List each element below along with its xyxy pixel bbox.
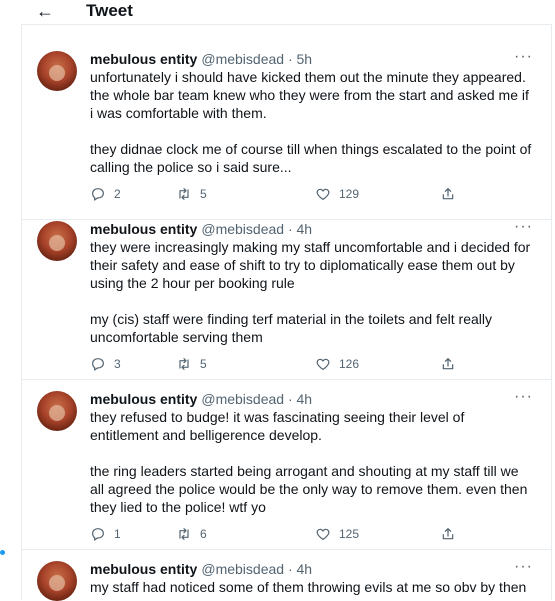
author-handle: @mebisdead · 4h <box>201 221 313 237</box>
tweet[interactable]: mebulous entity @mebisdead · 4h ··· they … <box>22 380 551 550</box>
reply-button[interactable]: 3 <box>90 354 121 374</box>
like-count: 126 <box>339 357 360 371</box>
tweet-header: mebulous entity @mebisdead · 4h <box>90 390 312 408</box>
tweet-text: unfortunately i should have kicked them … <box>90 68 535 176</box>
retweet-count: 5 <box>200 357 207 371</box>
author-name[interactable]: mebulous entity <box>90 221 197 237</box>
retweet-count: 5 <box>200 187 207 201</box>
share-button[interactable] <box>440 354 456 374</box>
like-button[interactable]: 125 <box>315 524 359 544</box>
author-handle: @mebisdead · 4h <box>201 561 313 577</box>
reply-count: 2 <box>114 187 121 201</box>
share-button[interactable] <box>440 524 456 544</box>
like-count: 125 <box>339 527 360 541</box>
reply-icon <box>92 528 104 541</box>
reply-icon <box>92 188 104 201</box>
heart-icon <box>316 528 330 540</box>
author-name[interactable]: mebulous entity <box>90 561 197 577</box>
author-name[interactable]: mebulous entity <box>90 391 197 407</box>
tweet-actions: 1 6 125 <box>90 524 510 544</box>
retweet-button[interactable]: 6 <box>176 524 207 544</box>
tweet-text: they refused to budge! it was fascinatin… <box>90 408 535 516</box>
reply-count: 3 <box>114 357 121 371</box>
avatar[interactable] <box>37 221 77 261</box>
tweet-text: they were increasingly making my staff u… <box>90 238 535 346</box>
like-button[interactable]: 129 <box>315 184 359 204</box>
share-button[interactable] <box>440 184 456 204</box>
avatar[interactable] <box>37 561 77 601</box>
tweet[interactable]: mebulous entity @mebisdead · 4h ··· they … <box>22 210 551 380</box>
retweet-button[interactable]: 5 <box>176 184 207 204</box>
author-name[interactable]: mebulous entity <box>90 51 197 67</box>
tweet-paragraph: they were increasingly making my staff u… <box>90 239 531 291</box>
top-bar: ← Tweet <box>0 0 555 24</box>
tweet-header: mebulous entity @mebisdead · 5h <box>90 50 312 68</box>
more-dots-icon[interactable]: ··· <box>514 388 533 406</box>
tweet-paragraph: my staff had noticed some of them throwi… <box>90 579 527 595</box>
like-count: 129 <box>339 187 360 201</box>
tweet-text: my staff had noticed some of them throwi… <box>90 578 535 596</box>
retweet-icon <box>179 358 189 370</box>
share-icon <box>442 528 454 540</box>
retweet-icon <box>179 528 189 540</box>
heart-icon <box>316 358 330 370</box>
arrow-left-icon[interactable]: ← <box>36 0 60 22</box>
reply-icon <box>92 358 104 371</box>
share-icon <box>442 188 454 200</box>
share-icon <box>442 358 454 370</box>
retweet-count: 6 <box>200 527 207 541</box>
tweet-paragraph: my (cis) staff were finding terf materia… <box>90 311 493 345</box>
like-button[interactable]: 126 <box>315 354 359 374</box>
avatar[interactable] <box>37 391 77 431</box>
heart-icon <box>316 188 330 200</box>
retweet-icon <box>179 188 189 200</box>
tweet-header: mebulous entity @mebisdead · 4h <box>90 560 312 578</box>
scroll-indicator-dot <box>0 550 5 555</box>
reply-button[interactable]: 2 <box>90 184 121 204</box>
tweet-paragraph: the ring leaders started being arrogant … <box>90 463 528 515</box>
tweet-actions: 2 5 129 <box>90 184 510 204</box>
more-dots-icon[interactable]: ··· <box>514 218 533 236</box>
avatar[interactable] <box>37 51 77 91</box>
tweet-paragraph: they didnae clock me of course till when… <box>90 141 532 175</box>
tweet-header: mebulous entity @mebisdead · 4h <box>90 220 312 238</box>
author-handle: @mebisdead · 4h <box>201 391 313 407</box>
reply-button[interactable]: 1 <box>90 524 121 544</box>
tweet-paragraph: unfortunately i should have kicked them … <box>90 69 529 121</box>
tweet-actions: 3 5 126 <box>90 354 510 374</box>
author-handle: @mebisdead · 5h <box>201 51 313 67</box>
tweet[interactable]: mebulous entity @mebisdead · 4h ··· my st… <box>22 550 551 601</box>
retweet-button[interactable]: 5 <box>176 354 207 374</box>
tweet-paragraph: they refused to budge! it was fascinatin… <box>90 409 465 443</box>
tweet[interactable]: mebulous entity @mebisdead · 5h ··· unfor… <box>22 40 551 220</box>
more-dots-icon[interactable]: ··· <box>514 48 533 66</box>
page-title: Tweet <box>86 1 133 20</box>
more-dots-icon[interactable]: ··· <box>514 558 533 576</box>
reply-count: 1 <box>114 527 121 541</box>
